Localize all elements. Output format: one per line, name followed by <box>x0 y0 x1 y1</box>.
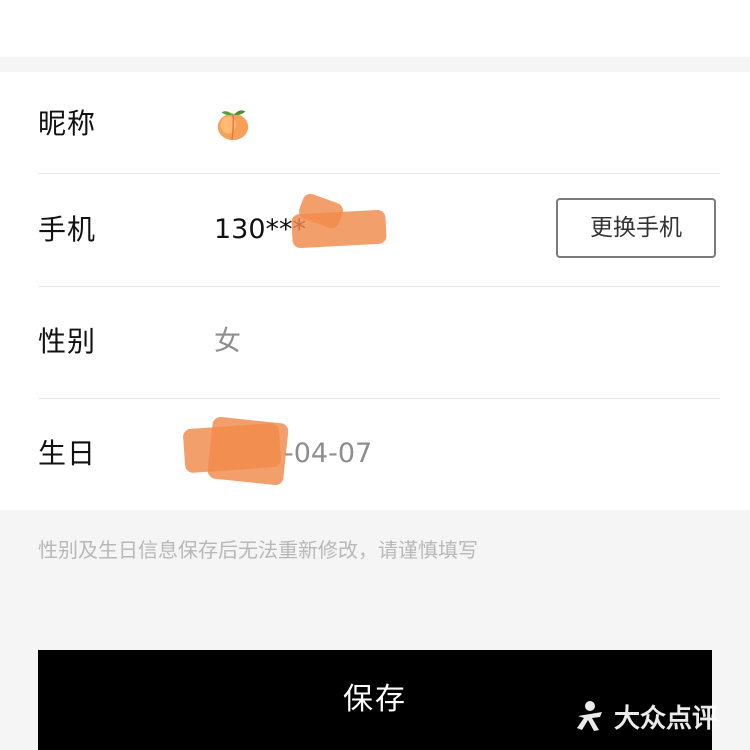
birthday-value: -04-07 <box>284 438 373 469</box>
nickname-row[interactable]: 昵称 <box>0 72 750 174</box>
phone-label: 手机 <box>38 213 97 246</box>
redaction-mark <box>206 416 290 486</box>
profile-form: 昵称 手机 130*** 更换手机 性别 女 生日 -04-07 <box>0 72 750 510</box>
gender-row[interactable]: 性别 女 <box>0 286 750 398</box>
change-phone-button[interactable]: 更换手机 <box>556 198 716 258</box>
peach-emoji-icon <box>217 110 249 141</box>
dianping-watermark: 大众点评 <box>572 694 718 738</box>
watermark-text: 大众点评 <box>614 703 719 734</box>
gender-label: 性别 <box>38 325 97 358</box>
birthday-label: 生日 <box>38 437 97 470</box>
top-bar <box>0 0 750 57</box>
gender-value: 女 <box>214 326 241 357</box>
birthday-row[interactable]: 生日 -04-07 <box>0 398 750 510</box>
nickname-label: 昵称 <box>38 107 97 140</box>
dianping-logo-icon <box>577 701 602 731</box>
gender-birthday-hint: 性别及生日信息保存后无法重新修改，请谨慎填写 <box>38 538 478 562</box>
